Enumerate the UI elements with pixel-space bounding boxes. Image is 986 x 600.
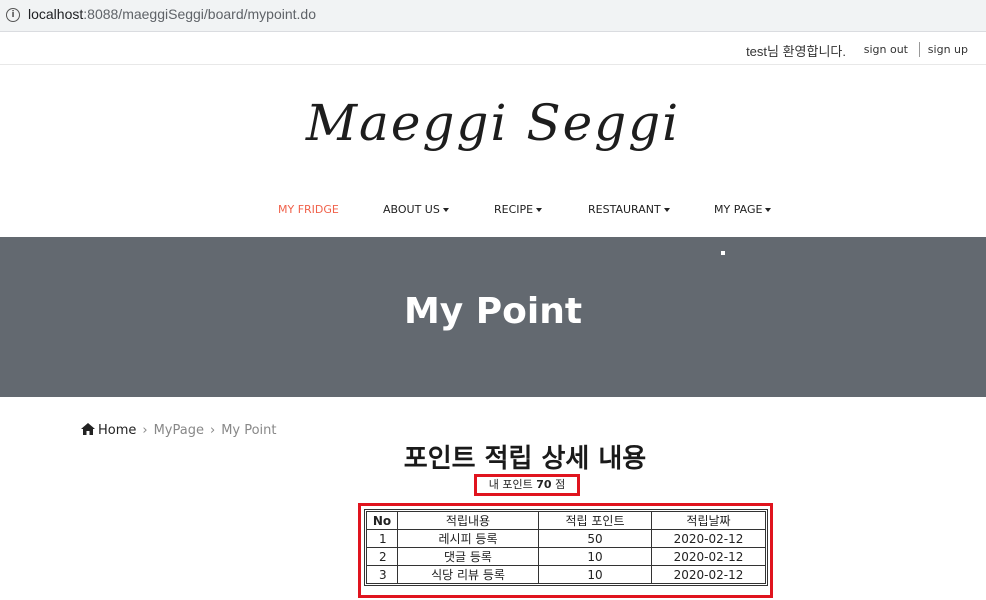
breadcrumb-current: My Point bbox=[221, 423, 277, 438]
user-bar: test님 환영합니다. sign out sign up bbox=[0, 33, 986, 65]
nav-item-my-fridge[interactable]: MY FRIDGE bbox=[278, 203, 339, 216]
sign-out-link[interactable]: sign out bbox=[864, 43, 908, 56]
cell-date: 2020-02-12 bbox=[651, 529, 766, 548]
cell-content: 댓글 등록 bbox=[397, 547, 539, 566]
page-heading: 포인트 적립 상세 내용 bbox=[403, 444, 647, 474]
banner-title: My Point bbox=[403, 291, 583, 332]
nav-item-my-page[interactable]: MY PAGE bbox=[714, 203, 772, 216]
col-header-points: 적립 포인트 bbox=[538, 511, 652, 530]
cell-no: 3 bbox=[366, 565, 398, 584]
my-point-value: 70 bbox=[536, 478, 552, 491]
breadcrumb-home-label: Home bbox=[98, 423, 137, 438]
caret-down-icon bbox=[765, 208, 772, 212]
nav-item-recipe[interactable]: RECIPE bbox=[494, 203, 543, 216]
cell-date: 2020-02-12 bbox=[651, 565, 766, 584]
caret-down-icon bbox=[442, 208, 449, 212]
point-table: No 적립내용 적립 포인트 적립날짜 1 레시피 등록 50 2020-02-… bbox=[364, 509, 768, 586]
caret-down-icon bbox=[536, 208, 543, 212]
nav-label: RESTAURANT bbox=[588, 203, 661, 216]
cell-no: 2 bbox=[366, 547, 398, 566]
main-nav: MY FRIDGE ABOUT US RECIPE RESTAURANT MY … bbox=[0, 203, 986, 221]
table-row: 1 레시피 등록 50 2020-02-12 bbox=[366, 529, 766, 548]
point-table-highlight: No 적립내용 적립 포인트 적립날짜 1 레시피 등록 50 2020-02-… bbox=[358, 503, 773, 598]
caret-down-icon bbox=[663, 208, 670, 212]
table-row: 2 댓글 등록 10 2020-02-12 bbox=[366, 547, 766, 566]
nav-label: ABOUT US bbox=[383, 203, 440, 216]
cell-date: 2020-02-12 bbox=[651, 547, 766, 566]
table-header-row: No 적립내용 적립 포인트 적립날짜 bbox=[366, 511, 766, 530]
table-row: 3 식당 리뷰 등록 10 2020-02-12 bbox=[366, 565, 766, 584]
nav-item-restaurant[interactable]: RESTAURANT bbox=[588, 203, 670, 216]
chevron-right-icon: › bbox=[209, 423, 216, 438]
info-icon[interactable]: i bbox=[6, 8, 20, 22]
cell-points: 10 bbox=[538, 565, 652, 584]
breadcrumb-home[interactable]: Home bbox=[81, 423, 136, 438]
home-icon bbox=[81, 423, 95, 435]
sign-up-link[interactable]: sign up bbox=[928, 43, 968, 56]
nav-item-about-us[interactable]: ABOUT US bbox=[383, 203, 449, 216]
welcome-text: test님 환영합니다. bbox=[746, 44, 846, 59]
cell-points: 10 bbox=[538, 547, 652, 566]
my-point-prefix: 내 포인트 bbox=[488, 478, 537, 491]
col-header-content: 적립내용 bbox=[397, 511, 539, 530]
page-banner: My Point bbox=[0, 237, 986, 397]
divider bbox=[919, 42, 920, 57]
my-point-summary: 내 포인트 70 점 bbox=[474, 474, 580, 496]
cursor-dot bbox=[721, 251, 725, 255]
browser-address-bar: i localhost:8088/maeggiSeggi/board/mypoi… bbox=[0, 0, 986, 32]
cell-points: 50 bbox=[538, 529, 652, 548]
col-header-no: No bbox=[366, 511, 398, 530]
url-field[interactable]: localhost:8088/maeggiSeggi/board/mypoint… bbox=[28, 6, 316, 22]
nav-label: RECIPE bbox=[494, 203, 534, 216]
cell-content: 레시피 등록 bbox=[397, 529, 539, 548]
cell-content: 식당 리뷰 등록 bbox=[397, 565, 539, 584]
cell-no: 1 bbox=[366, 529, 398, 548]
nav-label: MY PAGE bbox=[714, 203, 763, 216]
my-point-suffix: 점 bbox=[551, 478, 566, 491]
site-logo[interactable]: Maeggi Seggi bbox=[0, 94, 986, 152]
breadcrumb: Home › MyPage › My Point bbox=[81, 423, 277, 438]
col-header-date: 적립날짜 bbox=[651, 511, 766, 530]
chevron-right-icon: › bbox=[142, 423, 148, 438]
breadcrumb-mypage[interactable]: MyPage bbox=[154, 423, 204, 438]
